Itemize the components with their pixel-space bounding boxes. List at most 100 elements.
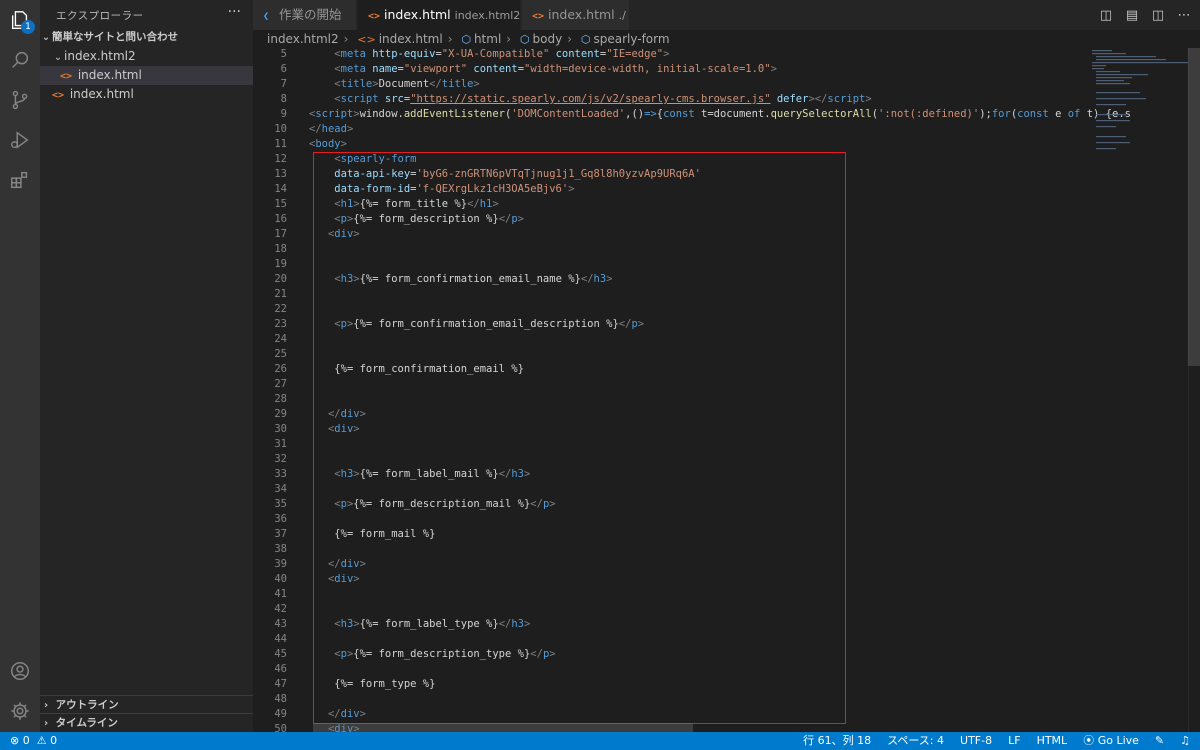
code-line[interactable]: <h3>{%= form_label_mail %}</h3>: [309, 468, 530, 480]
code-line[interactable]: <h1>{%= form_title %}</h1>: [309, 198, 498, 210]
warning-icon: ⚠: [36, 734, 47, 747]
code-line[interactable]: {%= form_confirmation_email %}: [309, 363, 524, 375]
code-line[interactable]: <div>: [309, 423, 360, 435]
run-debug-icon[interactable]: [0, 120, 40, 160]
folder-root[interactable]: ⌄ 簡単なサイトと問い合わせ: [40, 28, 253, 47]
extensions-icon[interactable]: [0, 160, 40, 200]
more-actions-icon[interactable]: ···: [228, 4, 241, 20]
search-icon[interactable]: [0, 40, 40, 80]
html-file-icon: <>: [368, 11, 381, 22]
code-line[interactable]: <h3>{%= form_label_type %}</h3>: [309, 618, 530, 630]
minimap[interactable]: [1088, 48, 1188, 168]
line-number: 33: [274, 468, 287, 480]
tree-item-folder[interactable]: ⌄ index.html2: [40, 47, 253, 66]
line-number: 16: [274, 213, 287, 225]
line-number: 26: [274, 363, 287, 375]
horizontal-scrollbar-thumb[interactable]: [313, 723, 693, 732]
sidebar-title: エクスプローラー: [56, 10, 144, 22]
encoding[interactable]: UTF-8: [960, 732, 992, 750]
breadcrumb-item[interactable]: spearly-form: [593, 32, 669, 46]
code-line[interactable]: </div>: [309, 708, 366, 720]
notifications-bell-icon[interactable]: ♫: [1180, 732, 1190, 750]
line-number: 37: [274, 528, 287, 540]
html-file-icon: <>: [357, 33, 376, 46]
breadcrumb-item[interactable]: html: [474, 32, 501, 46]
code-line[interactable]: <title>Document</title>: [309, 78, 479, 90]
open-changes-icon[interactable]: ◫: [1098, 8, 1114, 23]
tab-description: ./: [618, 9, 626, 22]
code-editor[interactable]: 5 <meta http-equiv="X-UA-Compatible" con…: [253, 48, 1200, 732]
indentation[interactable]: スペース: 4: [887, 732, 944, 750]
code-line[interactable]: <div>: [309, 228, 360, 240]
language-mode[interactable]: HTML: [1037, 732, 1068, 750]
line-number: 36: [274, 513, 287, 525]
error-icon: ⊗: [10, 734, 20, 747]
code-line[interactable]: data-form-id='f-QEXrgLkz1cH3OA5eBjv6'>: [309, 183, 574, 195]
line-number: 31: [274, 438, 287, 450]
element-cube-icon: ⬡: [580, 33, 591, 46]
element-cube-icon: ⬡: [461, 33, 471, 46]
code-line[interactable]: <meta http-equiv="X-UA-Compatible" conte…: [309, 48, 669, 60]
line-number: 29: [274, 408, 287, 420]
scrollbar-thumb[interactable]: [1188, 48, 1200, 366]
tab-index-html2[interactable]: <> index.html index.html2: [358, 0, 539, 30]
code-line[interactable]: {%= form_type %}: [309, 678, 435, 690]
cursor-position[interactable]: 行 61、列 18: [803, 732, 871, 750]
end-of-line[interactable]: LF: [1008, 732, 1020, 750]
code-line[interactable]: </div>: [309, 558, 366, 570]
line-number: 50: [274, 723, 287, 732]
code-line[interactable]: </head>: [309, 123, 353, 135]
tree-item-file-selected[interactable]: <> index.html: [40, 66, 253, 85]
go-live-button[interactable]: ⦿ Go Live: [1083, 732, 1139, 750]
code-line[interactable]: <h3>{%= form_confirmation_email_name %}<…: [309, 273, 612, 285]
explorer-badge: 1: [21, 20, 35, 34]
line-number: 9: [280, 108, 287, 120]
code-line[interactable]: <p>{%= form_description_mail %}</p>: [309, 498, 555, 510]
code-line[interactable]: <spearly-form: [309, 153, 416, 165]
more-actions-icon[interactable]: ⋯: [1176, 8, 1192, 23]
breadcrumb-item[interactable]: index.html: [379, 32, 443, 46]
line-number: 48: [274, 693, 287, 705]
code-line[interactable]: </div>: [309, 408, 366, 420]
code-line[interactable]: <p>{%= form_confirmation_email_descripti…: [309, 318, 644, 330]
breadcrumb-item[interactable]: body: [533, 32, 563, 46]
account-icon[interactable]: [0, 651, 40, 691]
code-line[interactable]: {%= form_mail %}: [309, 528, 435, 540]
code-line[interactable]: <div>: [309, 573, 360, 585]
feedback-icon[interactable]: ✎: [1155, 732, 1164, 750]
settings-gear-icon[interactable]: [0, 691, 40, 731]
code-line[interactable]: <meta name="viewport" content="width=dev…: [309, 63, 777, 75]
open-preview-icon[interactable]: ▤: [1124, 8, 1140, 23]
chevron-right-icon: ›: [43, 718, 49, 729]
tree-item-file[interactable]: <> index.html: [40, 85, 253, 104]
warning-count: 0: [50, 734, 58, 747]
code-line[interactable]: <script>window.addEventListener('DOMCont…: [309, 108, 1131, 120]
code-line[interactable]: <p>{%= form_description_type %}</p>: [309, 648, 555, 660]
source-control-icon[interactable]: [0, 80, 40, 120]
code-line[interactable]: <body>: [309, 138, 347, 150]
line-number: 45: [274, 648, 287, 660]
line-number: 28: [274, 393, 287, 405]
editor-actions: ◫ ▤ ◫ ⋯: [1098, 0, 1192, 30]
code-line[interactable]: <p>{%= form_description %}</p>: [309, 213, 524, 225]
tab-welcome[interactable]: ❮ 作業の開始: [253, 0, 357, 30]
breadcrumb-item[interactable]: index.html2: [267, 32, 339, 46]
code-line[interactable]: data-api-key='byG6-znGRTN6pVTqTjnug1j1_G…: [309, 168, 701, 180]
line-number: 21: [274, 288, 287, 300]
line-number: 10: [274, 123, 287, 135]
line-number: 47: [274, 678, 287, 690]
timeline-label: タイムライン: [55, 717, 118, 729]
tab-label: index.html: [548, 7, 615, 22]
tab-description: index.html2: [454, 9, 521, 22]
line-number: 40: [274, 573, 287, 585]
tab-index-root[interactable]: <> index.html ./: [522, 0, 630, 30]
split-editor-icon[interactable]: ◫: [1150, 8, 1166, 23]
line-number: 32: [274, 453, 287, 465]
tree-item-label: index.html2: [64, 49, 136, 63]
vertical-scrollbar[interactable]: [1188, 48, 1200, 732]
outline-section[interactable]: › アウトライン: [40, 695, 253, 714]
timeline-section[interactable]: › タイムライン: [40, 713, 253, 732]
code-line[interactable]: <script src="https://static.spearly.com/…: [309, 93, 871, 105]
problems-indicator[interactable]: ⊗ 0 ⚠ 0: [10, 732, 57, 750]
explorer-icon[interactable]: 1: [0, 0, 40, 40]
